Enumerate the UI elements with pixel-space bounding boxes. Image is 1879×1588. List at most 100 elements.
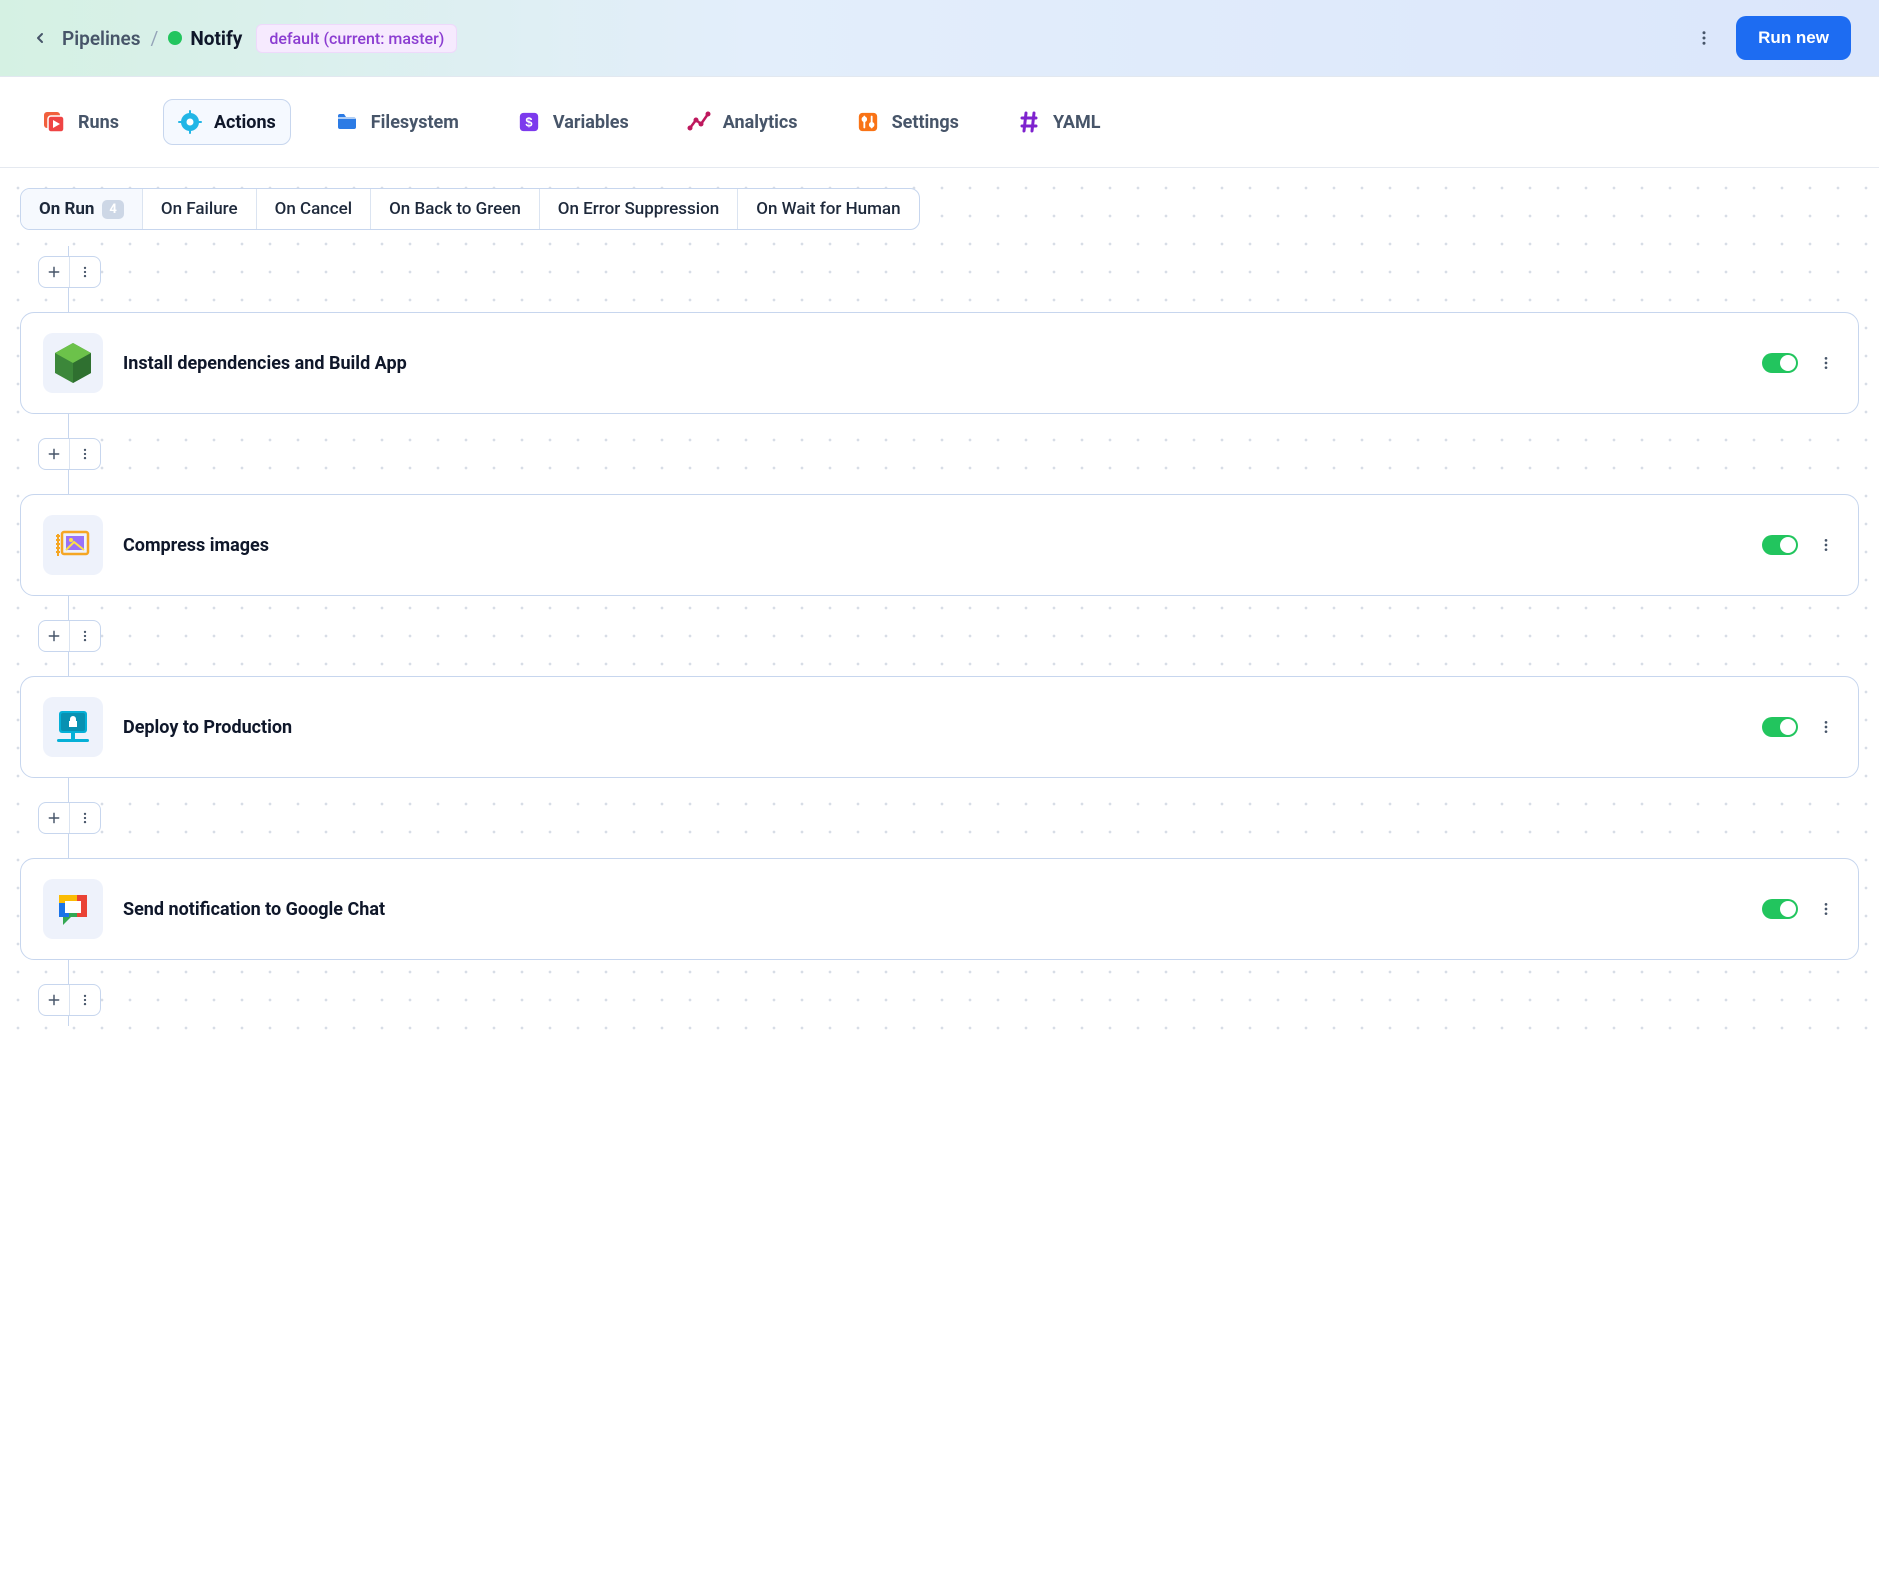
action-more-button[interactable] [1816,349,1836,377]
tab-label: Actions [214,112,276,133]
tab-actions[interactable]: Actions [163,99,291,145]
tab-label: Runs [78,112,119,133]
action-card-controls [1762,349,1836,377]
action-card[interactable]: Deploy to Production [20,676,1859,778]
plus-icon [47,629,61,643]
action-more-button[interactable] [1816,895,1836,923]
dots-vertical-icon [1818,355,1834,371]
play-stack-icon [42,110,66,134]
header-bar: Pipelines / Notify default (current: mas… [0,0,1879,77]
action-title: Send notification to Google Chat [123,899,1742,920]
header-right: Run new [1686,16,1851,60]
graph-icon [687,110,711,134]
nodejs-icon [43,333,103,393]
trigger-label: On Wait for Human [756,199,900,219]
add-action-bar [38,438,101,470]
trigger-on-wait-for-human[interactable]: On Wait for Human [738,189,918,229]
action-card-controls [1762,713,1836,741]
trigger-label: On Back to Green [389,199,521,219]
trigger-tabs: On Run 4 On Failure On Cancel On Back to… [20,188,920,230]
run-new-button[interactable]: Run new [1736,16,1851,60]
back-button[interactable] [28,26,52,50]
compress-image-icon [43,515,103,575]
add-action-more-button[interactable] [70,257,100,287]
tab-yaml[interactable]: YAML [1003,100,1115,144]
add-action-button[interactable] [39,985,69,1015]
svg-text:$: $ [525,115,532,130]
plus-icon [47,265,61,279]
add-action-button[interactable] [39,621,69,651]
trigger-on-run[interactable]: On Run 4 [21,189,143,229]
add-action-more-button[interactable] [70,621,100,651]
add-action-more-button[interactable] [70,803,100,833]
tab-label: Filesystem [371,112,459,133]
deploy-server-icon [43,697,103,757]
breadcrumb-status: Notify [168,27,242,50]
breadcrumb-separator: / [151,27,159,50]
trigger-label: On Run [39,199,94,219]
dots-vertical-icon [1818,537,1834,553]
tab-analytics[interactable]: Analytics [673,100,812,144]
google-chat-icon [43,879,103,939]
add-action-bar [38,256,101,288]
action-card[interactable]: Send notification to Google Chat [20,858,1859,960]
action-card[interactable]: Install dependencies and Build App [20,312,1859,414]
dots-vertical-icon [1818,719,1834,735]
action-title: Compress images [123,535,1742,556]
add-action-more-button[interactable] [70,439,100,469]
tab-label: YAML [1053,112,1101,133]
trigger-on-failure[interactable]: On Failure [143,189,257,229]
action-card-controls [1762,895,1836,923]
breadcrumb-root[interactable]: Pipelines [62,27,141,50]
trigger-label: On Error Suppression [558,199,719,219]
trigger-on-cancel[interactable]: On Cancel [257,189,371,229]
add-action-more-button[interactable] [70,985,100,1015]
add-action-bar [38,984,101,1016]
add-action-button[interactable] [39,257,69,287]
tab-runs[interactable]: Runs [28,100,133,144]
branch-chip[interactable]: default (current: master) [256,24,457,53]
action-card-controls [1762,531,1836,559]
breadcrumb-current: Notify [190,27,242,50]
tab-label: Analytics [723,112,798,133]
action-card[interactable]: Compress images [20,494,1859,596]
action-enabled-toggle[interactable] [1762,535,1798,555]
action-title: Deploy to Production [123,717,1742,738]
dots-vertical-icon [78,811,92,825]
dollar-block-icon: $ [517,110,541,134]
action-enabled-toggle[interactable] [1762,353,1798,373]
action-more-button[interactable] [1816,531,1836,559]
tab-variables[interactable]: $ Variables [503,100,643,144]
gear-icon [178,110,202,134]
add-action-button[interactable] [39,439,69,469]
action-title: Install dependencies and Build App [123,353,1742,374]
tab-label: Variables [553,112,629,133]
hash-icon [1017,110,1041,134]
sliders-icon [856,110,880,134]
add-action-bar [38,802,101,834]
action-enabled-toggle[interactable] [1762,899,1798,919]
status-dot-icon [168,31,182,45]
breadcrumb: Pipelines / Notify default (current: mas… [28,24,457,53]
header-more-button[interactable] [1686,20,1722,56]
trigger-label: On Cancel [275,199,352,219]
plus-icon [47,811,61,825]
dots-vertical-icon [1695,29,1713,47]
add-action-button[interactable] [39,803,69,833]
action-enabled-toggle[interactable] [1762,717,1798,737]
tab-settings[interactable]: Settings [842,100,973,144]
trigger-on-back-to-green[interactable]: On Back to Green [371,189,540,229]
dots-vertical-icon [78,447,92,461]
action-more-button[interactable] [1816,713,1836,741]
actions-canvas: On Run 4 On Failure On Cancel On Back to… [0,168,1879,1046]
folder-icon [335,110,359,134]
pipeline-tabs: Runs Actions Filesystem $ Variables Anal… [0,77,1879,168]
add-action-bar [38,620,101,652]
trigger-count-badge: 4 [102,200,123,219]
trigger-label: On Failure [161,199,238,219]
dots-vertical-icon [1818,901,1834,917]
action-timeline: Install dependencies and Build App [38,246,1859,1026]
trigger-on-error-suppression[interactable]: On Error Suppression [540,189,738,229]
dots-vertical-icon [78,629,92,643]
tab-filesystem[interactable]: Filesystem [321,100,473,144]
